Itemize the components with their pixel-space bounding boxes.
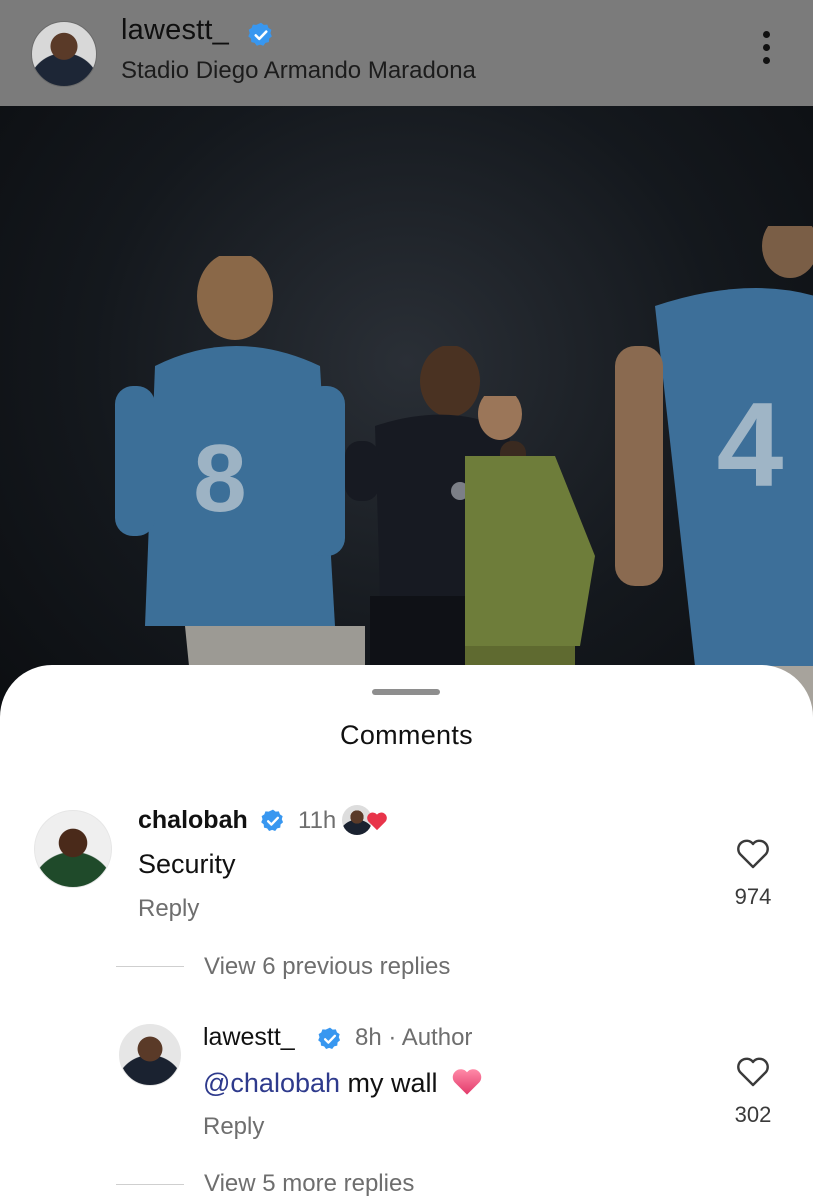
heart-emoji-icon bbox=[452, 1069, 482, 1095]
comments-sheet: Comments chalobah 11h Security Reply 974… bbox=[0, 665, 813, 1200]
like-count: 974 bbox=[734, 884, 772, 909]
sheet-title: Comments bbox=[340, 720, 473, 750]
replies-divider bbox=[116, 966, 184, 967]
author-username[interactable]: lawestt_ bbox=[121, 14, 229, 47]
verified-badge-icon bbox=[261, 809, 284, 831]
mention-link[interactable]: @chalobah bbox=[203, 1068, 340, 1098]
reply-avatar[interactable] bbox=[119, 1024, 181, 1086]
heart-outline-icon[interactable] bbox=[735, 1056, 771, 1088]
heart-emoji-icon bbox=[367, 812, 387, 831]
post-header: lawestt_ Stadio Diego Armando Maradona bbox=[0, 0, 813, 106]
comment-text: Security bbox=[138, 849, 236, 879]
view-previous-replies[interactable]: View 6 previous replies bbox=[204, 953, 450, 981]
comment-username[interactable]: chalobah bbox=[138, 806, 248, 835]
reply-username[interactable]: lawestt_ bbox=[203, 1023, 295, 1052]
reply-button[interactable]: Reply bbox=[138, 895, 199, 923]
view-more-replies[interactable]: View 5 more replies bbox=[204, 1170, 414, 1198]
commenter-avatar[interactable] bbox=[34, 810, 112, 888]
post-photo[interactable]: 8 4 bbox=[0, 106, 813, 746]
more-options-icon[interactable] bbox=[754, 31, 778, 75]
comment-time: 11h bbox=[298, 807, 337, 834]
author-avatar[interactable] bbox=[31, 21, 97, 87]
shirt-number-4: 4 bbox=[717, 378, 784, 512]
verified-badge-icon bbox=[318, 1027, 341, 1049]
reply-meta: 8h · Author bbox=[355, 1024, 473, 1051]
replies-divider bbox=[116, 1184, 184, 1185]
drag-handle[interactable] bbox=[372, 689, 440, 695]
post-location[interactable]: Stadio Diego Armando Maradona bbox=[121, 57, 476, 85]
reply-button[interactable]: Reply bbox=[203, 1113, 264, 1141]
reply-body: my wall bbox=[340, 1068, 438, 1098]
heart-outline-icon[interactable] bbox=[735, 838, 771, 870]
shirt-number-8: 8 bbox=[193, 425, 246, 532]
like-count: 302 bbox=[734, 1102, 772, 1127]
reply-text: @chalobah my wall bbox=[203, 1067, 483, 1099]
verified-badge-icon bbox=[248, 22, 272, 46]
